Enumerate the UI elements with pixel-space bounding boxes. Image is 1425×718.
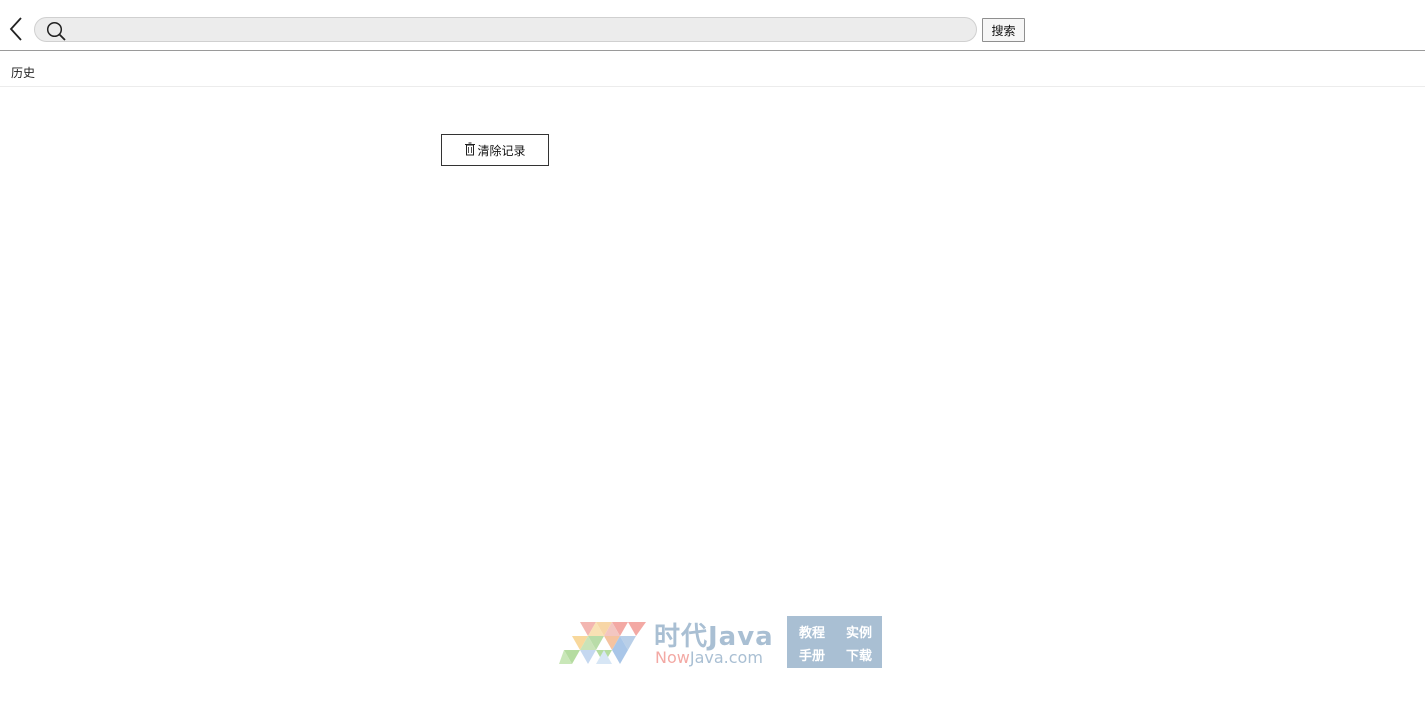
search-input[interactable] bbox=[73, 20, 962, 41]
page: 搜索 历史 清除记录 时代Java NowJava.com 教程 实例 手册 下… bbox=[0, 0, 1425, 718]
watermark-tag: 教程 bbox=[799, 626, 826, 641]
nowjava-logo bbox=[559, 622, 646, 664]
watermark-subtitle: NowJava.com bbox=[655, 648, 763, 667]
chevron-left-icon bbox=[9, 17, 22, 41]
trash-icon bbox=[465, 142, 476, 156]
clear-history-label: 清除记录 bbox=[477, 143, 526, 158]
watermark-tag: 下载 bbox=[845, 649, 872, 664]
watermark-tag: 实例 bbox=[845, 626, 872, 641]
watermark-tags: 教程 实例 手册 下载 bbox=[787, 616, 882, 668]
search-field[interactable] bbox=[34, 17, 977, 42]
watermark: 时代Java NowJava.com 教程 实例 手册 下载 bbox=[556, 614, 886, 672]
clear-history-button[interactable]: 清除记录 bbox=[441, 134, 549, 166]
search-toolbar: 搜索 bbox=[0, 0, 1425, 51]
history-title: 历史 bbox=[11, 66, 36, 80]
back-button[interactable] bbox=[6, 14, 28, 44]
search-button[interactable]: 搜索 bbox=[982, 18, 1025, 42]
search-icon bbox=[46, 21, 66, 41]
watermark-tag: 手册 bbox=[799, 649, 826, 664]
history-header: 历史 bbox=[0, 51, 1425, 87]
